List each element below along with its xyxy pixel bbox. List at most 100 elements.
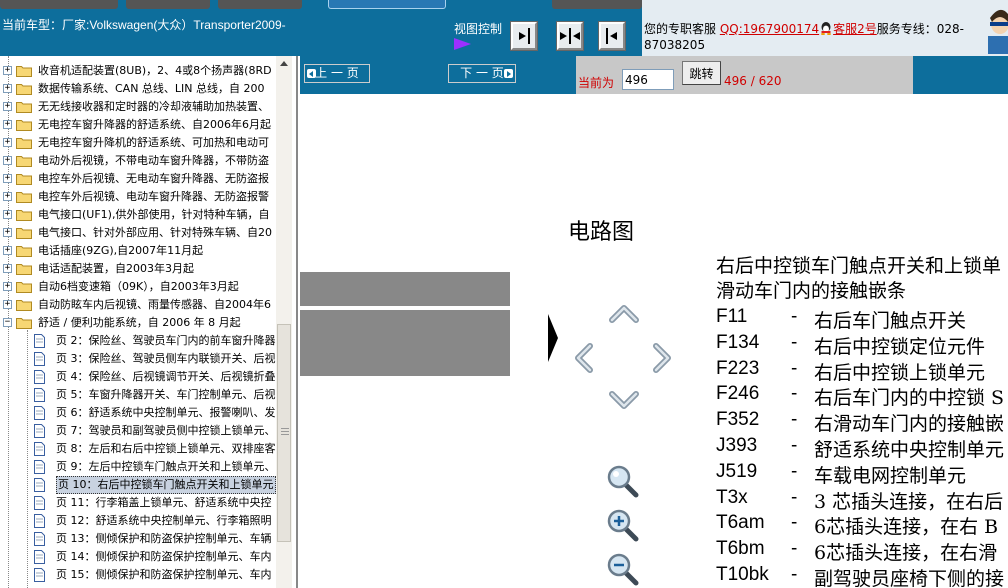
play-arrow-icon[interactable] <box>454 38 471 50</box>
folder-icon <box>16 174 32 185</box>
tree-folder-item[interactable]: − 舒适 / 便利功能系统，自 2006 年 8 月起 <box>0 314 276 332</box>
tree-folder-item[interactable]: + 电控车外后视镜、电动车窗升降器、无防盗报警 <box>0 188 276 206</box>
expand-icon[interactable]: + <box>3 138 12 147</box>
top-tab-2[interactable] <box>126 0 210 9</box>
component-code: F246 <box>716 383 760 405</box>
folder-icon <box>16 210 32 221</box>
scroll-up-icon[interactable] <box>276 56 292 72</box>
tree-folder-item[interactable]: + 电话适配装置，自2003年3月起 <box>0 260 276 278</box>
page-icon <box>34 550 45 564</box>
collapse-arrow-icon[interactable] <box>548 314 558 362</box>
tree-folder-item[interactable]: + 电话插座(9ZG),自2007年11月起 <box>0 242 276 260</box>
view-right-panel-button[interactable] <box>510 21 538 51</box>
tree-folder-item[interactable]: + 无电控车窗升降机的舒适系统、可加热和电动可 <box>0 134 276 152</box>
expand-icon[interactable]: + <box>3 174 12 183</box>
tree-page-item[interactable]: 页 6：舒适系统中央控制单元、报警喇叭、发 <box>0 404 276 422</box>
expand-icon[interactable]: + <box>3 228 12 237</box>
qq-penguin-icon[interactable] <box>819 21 833 35</box>
top-tab-1[interactable] <box>0 0 118 9</box>
search-icon[interactable] <box>606 464 640 498</box>
pan-right-icon[interactable] <box>650 342 676 374</box>
expand-icon[interactable]: + <box>3 300 12 309</box>
tree-page-item[interactable]: 页 9：左后中控锁车门触点开关和上锁单元、 <box>0 458 276 476</box>
jump-button[interactable]: 跳转 <box>682 61 721 85</box>
tree-folder-item[interactable]: + 电气接口、针对外部应用、针对特殊车辆、自20 <box>0 224 276 242</box>
tree-page-item[interactable]: 页 2：保险丝、驾驶员车门内的前车窗升降器 <box>0 332 276 350</box>
sidebar-tree-panel: + 收音机适配装置(8UB)，2、4或8个扬声器(8RD + 数据传输系统、CAN 总… <box>0 56 298 588</box>
legend-dash: - <box>791 512 798 534</box>
tree-folder-item[interactable]: + 电动外后视镜，不带电动车窗升降器，不带防盗 <box>0 152 276 170</box>
page-jump-panel: 当前为 跳转 496 / 620 <box>576 56 913 94</box>
tree-item-label: 自动防眩车内后视镜、雨量传感器、自2004年6 <box>38 298 271 311</box>
component-code: F352 <box>716 409 760 431</box>
tree-item-label: 电话插座(9ZG),自2007年11月起 <box>38 244 204 257</box>
expand-icon[interactable]: + <box>3 102 12 111</box>
tree-folder-item[interactable]: + 无无线接收器和定时器的冷却液辅助加热装置、 <box>0 98 276 116</box>
tree-view[interactable]: + 收音机适配装置(8UB)，2、4或8个扬声器(8RD + 数据传输系统、CAN 总… <box>0 56 276 588</box>
tree-page-item[interactable]: 页 3：保险丝、驾驶员侧车内联锁开关、后视 <box>0 350 276 368</box>
page-icon <box>34 334 45 348</box>
tree-page-item[interactable]: 页 10：右后中控锁车门触点开关和上锁单元 <box>0 476 276 494</box>
expand-icon[interactable]: + <box>3 264 12 273</box>
zoom-in-icon[interactable] <box>606 508 640 542</box>
folder-icon <box>16 84 32 95</box>
view-split-button[interactable] <box>556 21 584 51</box>
next-page-button[interactable]: 下 一 页 <box>448 64 516 83</box>
tree-page-item[interactable]: 页 12：舒适系统中央控制单元、行李箱照明 <box>0 512 276 530</box>
tree-page-item[interactable]: 页 5：车窗升降器开关、车门控制单元、后视 <box>0 386 276 404</box>
tree-page-item[interactable]: 页 15：侧倾保护和防盗保护控制单元、车内 <box>0 566 276 584</box>
pan-up-icon[interactable] <box>608 300 640 326</box>
pan-down-icon[interactable] <box>608 388 640 414</box>
top-tab-3[interactable] <box>218 0 302 9</box>
diagram-viewer[interactable]: 电路图 右后中控锁车门触点开关和上锁单 滑动车门内的接触嵌条 F11- 右后车门触… <box>300 94 1008 588</box>
diagram-heading: 右后中控锁车门触点开关和上锁单 滑动车门内的接触嵌条 <box>716 254 1008 304</box>
page-icon <box>34 568 45 582</box>
tree-item-label: 页 8：左后和右后中控锁上锁单元、双排座客 <box>56 442 276 455</box>
tree-page-item[interactable]: 页 4：保险丝、后视镜调节开关、后视镜折叠 <box>0 368 276 386</box>
expand-icon[interactable]: + <box>3 192 12 201</box>
component-code: T3x <box>716 486 748 508</box>
tree-page-item[interactable]: 页 11：行李箱盖上锁单元、舒适系统中央控 <box>0 494 276 512</box>
tree-page-item[interactable]: 页 13：侧倾保护和防盗保护控制单元、车辆 <box>0 530 276 548</box>
tree-folder-item[interactable]: + 自动6档变速箱（09K），自2003年3月起 <box>0 278 276 296</box>
expand-icon[interactable]: + <box>3 120 12 129</box>
tree-page-item[interactable]: 页 7：驾驶员和副驾驶员侧中控锁上锁单元、 <box>0 422 276 440</box>
expand-icon[interactable]: + <box>3 156 12 165</box>
expand-icon[interactable]: + <box>3 66 12 75</box>
top-tab-active[interactable] <box>328 0 446 9</box>
tree-folder-item[interactable]: + 电控车外后视镜、无电动车窗升降器、无防盗报 <box>0 170 276 188</box>
pan-left-icon[interactable] <box>570 342 596 374</box>
tree-folder-item[interactable]: + 无电控车窗升降器的舒适系统、自2006年6月起 <box>0 116 276 134</box>
tree-folder-item[interactable]: + 收音机适配装置(8UB)，2、4或8个扬声器(8RD <box>0 62 276 80</box>
collapse-icon[interactable]: − <box>3 318 12 327</box>
tree-item-label: 页 3：保险丝、驾驶员侧车内联锁开关、后视 <box>56 352 276 365</box>
kefu-link[interactable]: 客服2号 <box>833 22 877 36</box>
top-bar-blue: 当前车型：厂家:Volkswagen(大众）Transporter2009- 视… <box>0 0 642 56</box>
diagram-heading-line: 滑动车门内的接触嵌条 <box>716 280 907 302</box>
current-page-label: 当前为 <box>578 76 615 90</box>
tree-folder-item[interactable]: + 数据传输系统、CAN 总线、LIN 总线，自 200 <box>0 80 276 98</box>
tree-folder-item[interactable]: + 自动防眩车内后视镜、雨量传感器、自2004年6 <box>0 296 276 314</box>
expand-icon[interactable]: + <box>3 84 12 93</box>
qq-link[interactable]: QQ:1967900174 <box>720 22 819 36</box>
tree-page-item[interactable]: 页 8：左后和右后中控锁上锁单元、双排座客 <box>0 440 276 458</box>
view-left-panel-button[interactable] <box>598 21 626 51</box>
zoom-out-icon[interactable] <box>606 552 640 586</box>
tree-folder-item[interactable]: + 电气接口(UF1),供外部使用，针对特种车辆，自 <box>0 206 276 224</box>
top-tab-5[interactable] <box>552 0 642 9</box>
expand-icon[interactable]: + <box>3 282 12 291</box>
folder-icon <box>16 228 32 239</box>
page-icon <box>34 352 45 366</box>
tree-item-label: 数据传输系统、CAN 总线、LIN 总线，自 200 <box>38 82 265 95</box>
tree-scrollbar[interactable] <box>276 56 292 588</box>
tree-scrollbar-thumb[interactable] <box>277 324 291 542</box>
prev-page-button[interactable]: 上 一 页 <box>304 64 370 83</box>
page-icon <box>34 496 45 510</box>
component-code: T6am <box>716 512 765 534</box>
page-number-input[interactable] <box>622 69 674 90</box>
tree-item-label: 无电控车窗升降机的舒适系统、可加热和电动可 <box>38 136 269 149</box>
expand-icon[interactable]: + <box>3 246 12 255</box>
tree-page-item[interactable]: 页 14：侧倾保护和防盗保护控制单元、车内 <box>0 548 276 566</box>
page-icon <box>34 514 45 528</box>
expand-icon[interactable]: + <box>3 210 12 219</box>
